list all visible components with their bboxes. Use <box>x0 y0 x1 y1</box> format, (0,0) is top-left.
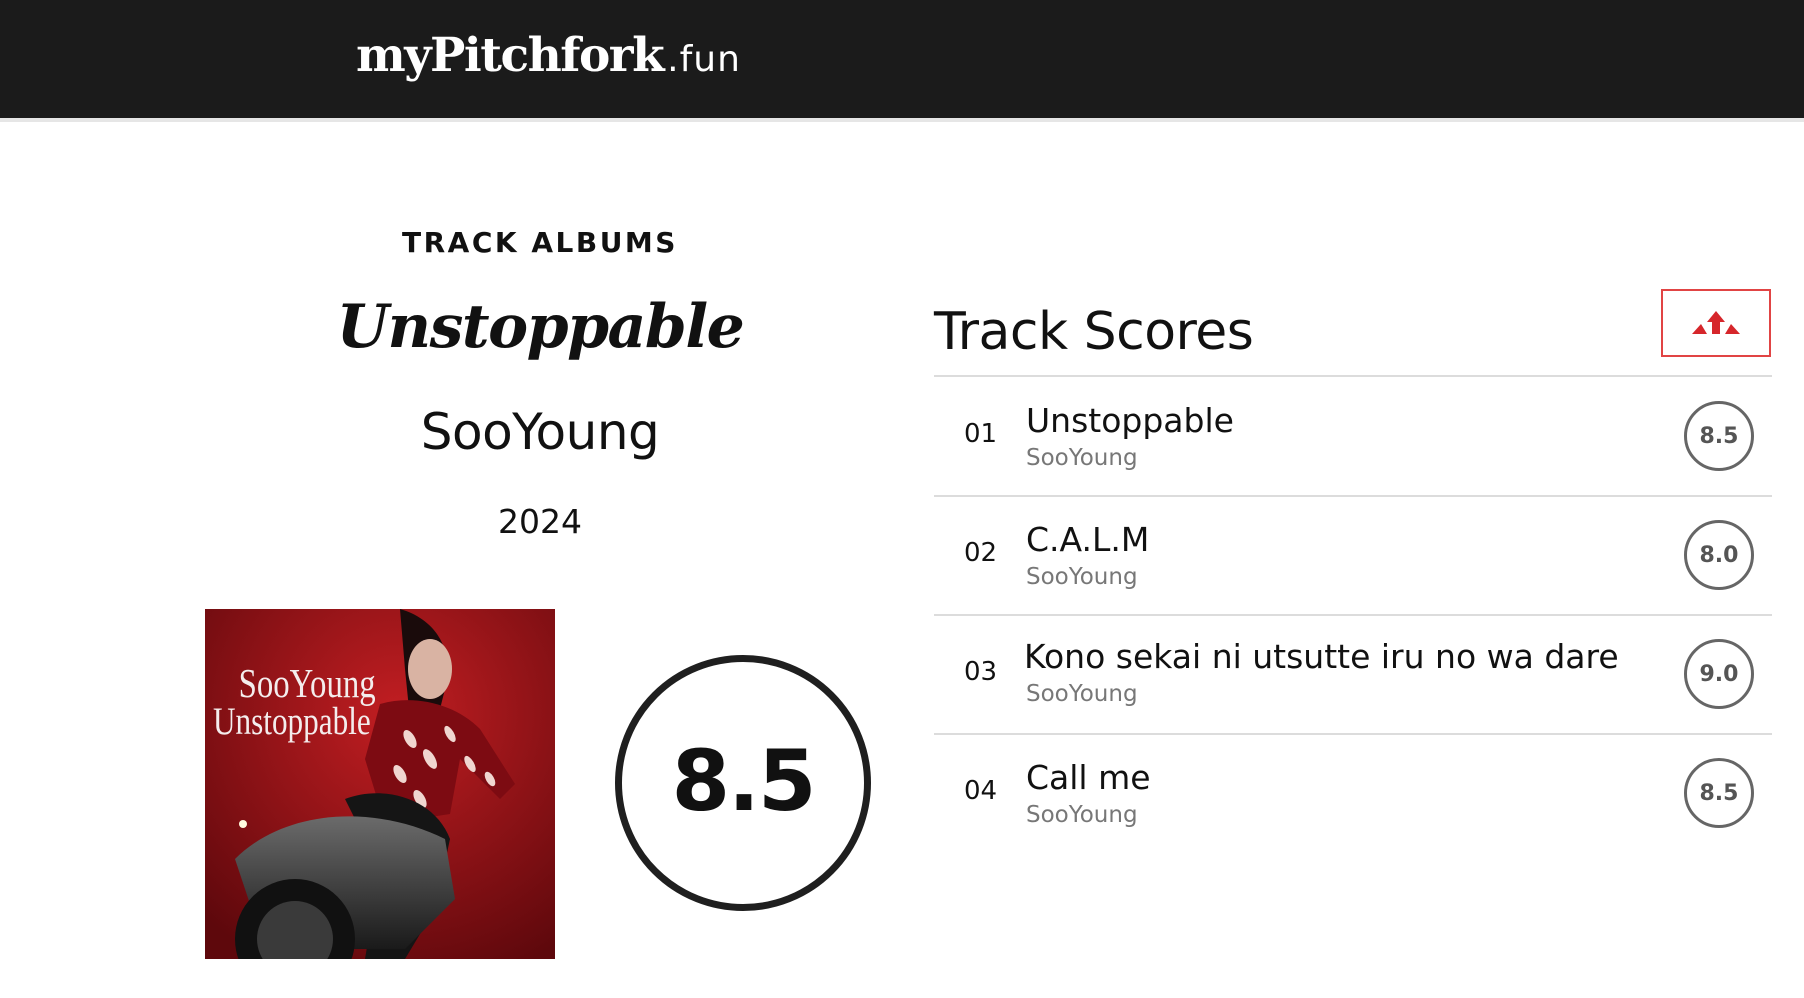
track-score: 8.0 <box>1684 520 1754 590</box>
track-artist: SooYoung <box>1026 802 1138 828</box>
track-row[interactable]: 02 C.A.L.M SooYoung 8.0 <box>934 496 1772 614</box>
track-artist: SooYoung <box>1026 564 1138 590</box>
track-score: 8.5 <box>1684 758 1754 828</box>
track-number: 01 <box>964 419 998 449</box>
logo-wordmark: myPitchfork <box>356 28 665 83</box>
album-artist[interactable]: SooYoung <box>300 403 780 461</box>
track-number: 02 <box>964 538 998 568</box>
track-score: 9.0 <box>1684 639 1754 709</box>
sort-ascending-icon <box>1692 311 1740 334</box>
track-score: 8.5 <box>1684 401 1754 471</box>
track-number: 04 <box>964 776 998 806</box>
section-kicker: TRACK ALBUMS <box>402 226 678 259</box>
track-row[interactable]: 03 Kono sekai ni utsutte iru no wa dare … <box>934 615 1772 733</box>
album-score-ring: 8.5 <box>615 655 871 911</box>
site-header: myPitchfork .fun <box>0 0 1804 118</box>
track-title[interactable]: Unstoppable <box>1026 401 1234 440</box>
sort-button[interactable] <box>1661 289 1771 357</box>
track-scores-heading: Track Scores <box>934 302 1254 362</box>
track-artist: SooYoung <box>1026 681 1138 707</box>
album-title: Unstoppable <box>336 292 745 362</box>
album-year: 2024 <box>498 502 582 541</box>
track-title[interactable]: C.A.L.M <box>1026 520 1149 559</box>
track-row[interactable]: 01 Unstoppable SooYoung 8.5 <box>934 377 1772 495</box>
album-score: 8.5 <box>671 732 817 830</box>
track-row[interactable]: 04 Call me SooYoung 8.5 <box>934 734 1772 852</box>
track-title[interactable]: Kono sekai ni utsutte iru no wa dare <box>1024 637 1619 676</box>
track-title[interactable]: Call me <box>1026 758 1151 797</box>
cover-lettering: SooYoung Unstoppable <box>213 660 376 743</box>
site-logo[interactable]: myPitchfork .fun <box>356 28 741 83</box>
track-number: 03 <box>964 657 998 687</box>
track-artist: SooYoung <box>1026 445 1138 471</box>
album-cover: SooYoung Unstoppable <box>205 609 555 959</box>
header-divider <box>0 118 1804 122</box>
logo-domain: .fun <box>667 39 741 80</box>
